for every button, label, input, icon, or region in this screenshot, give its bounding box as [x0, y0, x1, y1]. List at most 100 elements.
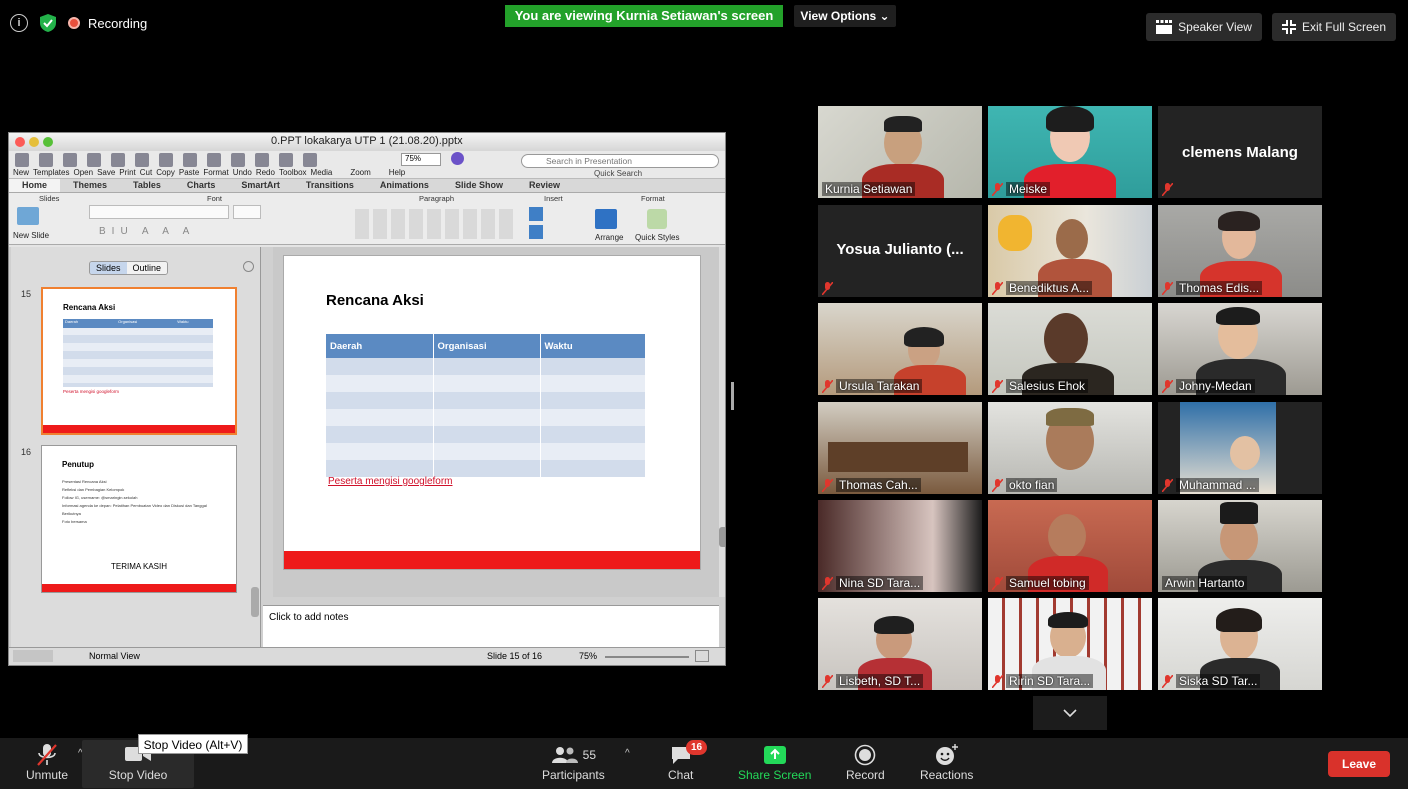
video-tile[interactable]: Thomas Edis...	[1158, 205, 1322, 297]
slides-pane-scrollbar[interactable]	[251, 587, 259, 617]
new-slide-label[interactable]: New Slide	[13, 231, 49, 240]
shield-icon[interactable]	[40, 14, 56, 32]
templates-icon[interactable]	[39, 153, 53, 167]
participant-name: Thomas Edis...	[1162, 281, 1263, 295]
video-tile[interactable]: Ursula Tarakan	[818, 303, 982, 395]
video-tile[interactable]: Salesius Ehok	[988, 303, 1152, 395]
view-options-button[interactable]: View Options ⌄	[794, 5, 896, 27]
tab-review[interactable]: Review	[516, 179, 573, 192]
muted-mic-icon	[1162, 281, 1173, 295]
participant-name	[1162, 183, 1173, 196]
video-tile[interactable]: Arwin Hartanto	[1158, 500, 1322, 592]
video-tile[interactable]: Nina SD Tara...	[818, 500, 982, 592]
record-button[interactable]: Record	[846, 742, 885, 782]
font-format-icons[interactable]: BIU A A A	[99, 226, 195, 237]
participants-options-caret-icon[interactable]: ^	[625, 748, 630, 759]
slide-thumbnail-15[interactable]: Rencana Aksi Daerah Organisasi Waktu Pes…	[41, 287, 237, 435]
tab-transitions[interactable]: Transitions	[293, 179, 367, 192]
redo-icon[interactable]	[255, 153, 269, 167]
picture-icon[interactable]	[529, 225, 543, 239]
tab-slides[interactable]: Slides	[90, 262, 127, 274]
tab-charts[interactable]: Charts	[174, 179, 229, 192]
format-painter-icon[interactable]	[207, 153, 221, 167]
notes-area[interactable]: Click to add notes	[263, 605, 719, 649]
reactions-button[interactable]: Reactions	[920, 742, 973, 782]
speaker-view-button[interactable]: Speaker View	[1146, 13, 1262, 41]
tab-smartart[interactable]: SmartArt	[228, 179, 293, 192]
slide-number-16: 16	[21, 447, 32, 457]
toolbar-label: Print	[119, 168, 136, 177]
font-size-select[interactable]	[233, 205, 261, 219]
new-slide-icon[interactable]	[17, 207, 39, 225]
googleform-link[interactable]: Peserta mengisi googleform	[328, 476, 453, 487]
help-icon[interactable]	[451, 152, 464, 165]
tab-animations[interactable]: Animations	[367, 179, 442, 192]
slide-thumbnail-16[interactable]: Penutup Presentasi Rencana Aksi Refleksi…	[41, 445, 237, 593]
print-icon[interactable]	[111, 153, 125, 167]
close-pane-icon[interactable]	[243, 261, 254, 272]
ribbon-group-insert: Insert	[544, 194, 563, 203]
arrange-label[interactable]: Arrange	[595, 233, 623, 242]
video-tile[interactable]: Kurnia Setiawan	[818, 106, 982, 198]
search-in-presentation-input[interactable]: Search in Presentation	[521, 154, 719, 168]
tab-outline[interactable]: Outline	[126, 262, 168, 274]
next-page-button[interactable]	[1033, 696, 1107, 730]
video-tile[interactable]: Yosua Julianto (...	[818, 205, 982, 297]
quick-styles-icon[interactable]	[647, 209, 667, 229]
tab-home[interactable]: Home	[9, 179, 61, 192]
participant-name-text: Meiske	[1006, 182, 1051, 196]
thumb-table: Daerah Organisasi Waktu	[63, 319, 213, 387]
record-label: Record	[846, 768, 885, 782]
paragraph-controls[interactable]	[355, 209, 515, 239]
video-tile[interactable]: Muhammad ...	[1158, 402, 1322, 494]
tab-slide-show[interactable]: Slide Show	[442, 179, 516, 192]
save-icon[interactable]	[87, 153, 101, 167]
media-icon[interactable]	[303, 153, 317, 167]
zoom-select[interactable]: 75%	[401, 153, 441, 166]
info-icon[interactable]: i	[10, 14, 28, 32]
new-icon[interactable]	[15, 153, 29, 167]
video-tile[interactable]: Ririn SD Tara...	[988, 598, 1152, 690]
video-tile[interactable]: Meiske	[988, 106, 1152, 198]
video-tile[interactable]: Lisbeth, SD T...	[818, 598, 982, 690]
current-slide[interactable]: Rencana Aksi Daerah Organisasi Waktu Pes…	[283, 255, 701, 570]
quick-styles-label[interactable]: Quick Styles	[635, 233, 679, 242]
close-window-icon[interactable]	[15, 137, 25, 147]
muted-mic-icon	[822, 674, 833, 688]
share-screen-button[interactable]: Share Screen	[738, 742, 811, 782]
copy-icon[interactable]	[159, 153, 173, 167]
video-tile[interactable]: Samuel tobing	[988, 500, 1152, 592]
canvas-scrollbar[interactable]	[719, 247, 725, 597]
font-name-select[interactable]	[89, 205, 229, 219]
split-handle[interactable]	[731, 382, 734, 410]
participants-button[interactable]: 55 Participants	[542, 742, 605, 782]
shared-screen-powerpoint[interactable]: 0.PPT lokakarya UTP 1 (21.08.20).pptx 75…	[8, 132, 726, 666]
tab-tables[interactable]: Tables	[120, 179, 174, 192]
tab-themes[interactable]: Themes	[60, 179, 120, 192]
unmute-button[interactable]: Unmute	[26, 742, 68, 782]
video-tile[interactable]: Siska SD Tar...	[1158, 598, 1322, 690]
paste-icon[interactable]	[183, 153, 197, 167]
leave-button[interactable]: Leave	[1328, 751, 1390, 777]
thumb-header-cell: Waktu	[177, 319, 189, 324]
open-icon[interactable]	[63, 153, 77, 167]
video-tile[interactable]: Johny-Medan	[1158, 303, 1322, 395]
zoom-window-icon[interactable]	[43, 137, 53, 147]
undo-icon[interactable]	[231, 153, 245, 167]
video-tile[interactable]: Thomas Cah...	[818, 402, 982, 494]
participant-name-text: Thomas Cah...	[836, 478, 921, 492]
zoom-slider[interactable]	[605, 656, 689, 658]
minimize-window-icon[interactable]	[29, 137, 39, 147]
video-tile[interactable]: clemens Malang	[1158, 106, 1322, 198]
cut-icon[interactable]	[135, 153, 149, 167]
view-mode-buttons[interactable]	[13, 650, 53, 662]
arrange-icon[interactable]	[595, 209, 617, 229]
slide-counter: Slide 15 of 16	[487, 651, 543, 661]
video-tile[interactable]: Benediktus A...	[988, 205, 1152, 297]
text-box-icon[interactable]	[529, 207, 543, 221]
exit-full-screen-button[interactable]: Exit Full Screen	[1271, 13, 1396, 41]
video-tile[interactable]: okto fian	[988, 402, 1152, 494]
toolbox-icon[interactable]	[279, 153, 293, 167]
fit-window-icon[interactable]	[695, 650, 709, 662]
table-row	[326, 392, 646, 409]
